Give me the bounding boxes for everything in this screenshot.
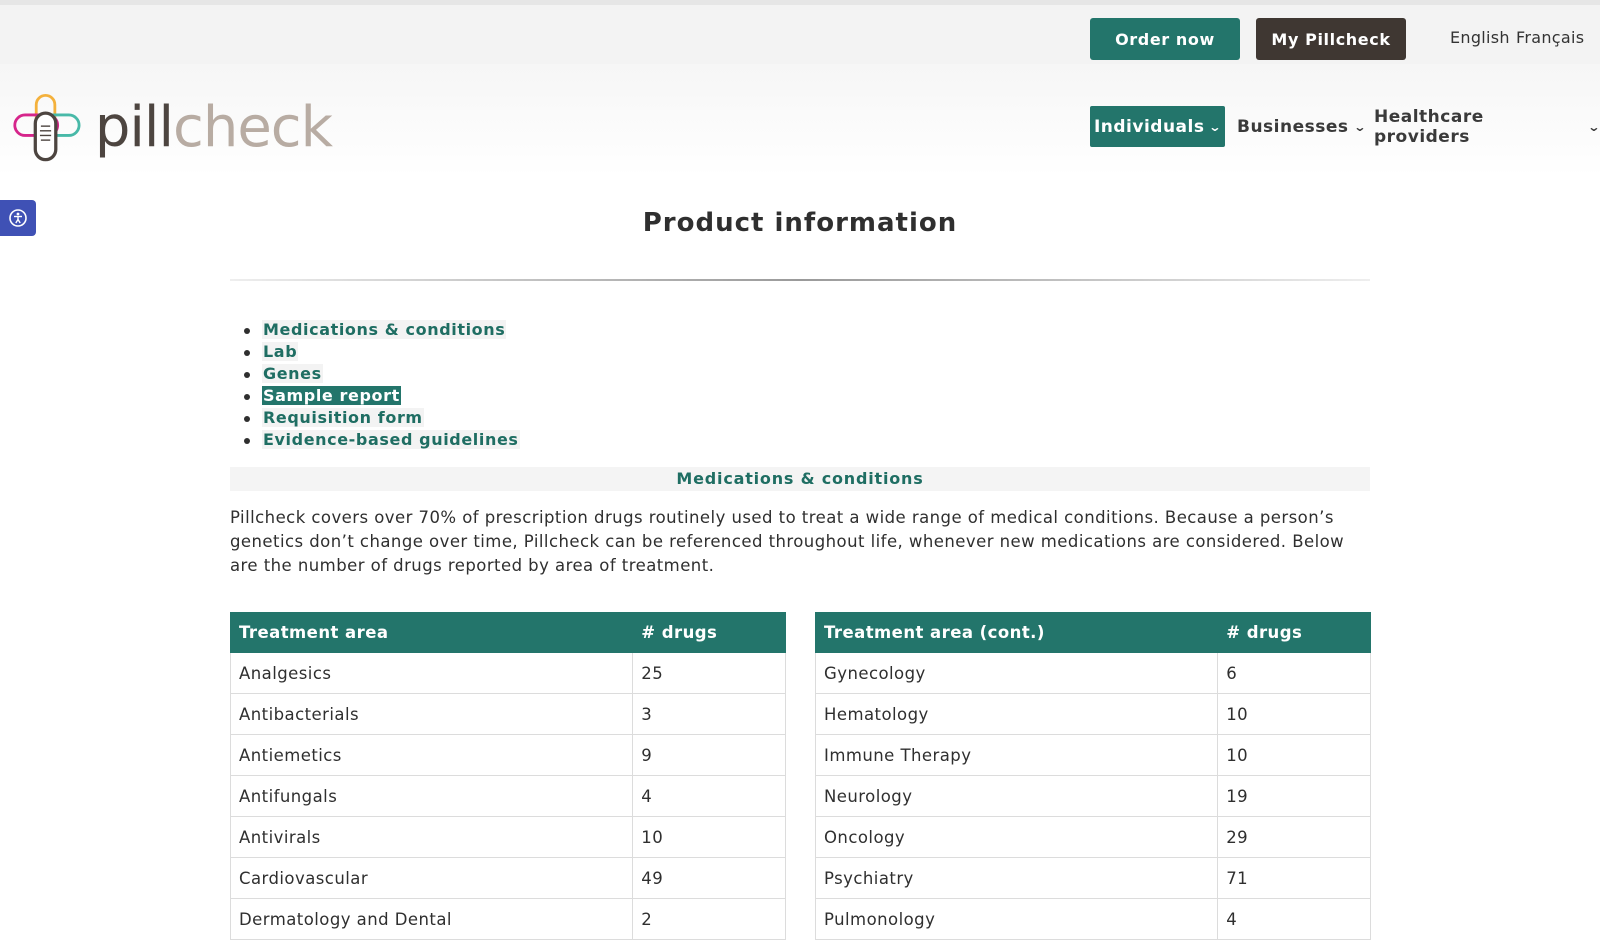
column-header: # drugs xyxy=(1217,612,1371,653)
intro-paragraph: Pillcheck covers over 70% of prescriptio… xyxy=(230,508,1345,575)
nav-businesses[interactable]: Businesses ⌄ xyxy=(1237,106,1367,147)
toc-link-guidelines[interactable]: Evidence-based guidelines xyxy=(262,430,520,449)
table-row: Dermatology and Dental 2 xyxy=(229,898,786,940)
table-row: Oncology 29 xyxy=(814,816,1371,858)
list-item: Lab xyxy=(242,341,520,363)
toc-link-medications[interactable]: Medications & conditions xyxy=(262,320,507,339)
nav-individuals[interactable]: Individuals ⌄ xyxy=(1090,106,1225,147)
chevron-down-icon: ⌄ xyxy=(1352,119,1367,134)
table-cell: Pulmonology xyxy=(814,898,1219,940)
title-divider xyxy=(230,279,1370,281)
table-cell: Gynecology xyxy=(814,652,1219,694)
table-cell: 49 xyxy=(632,857,786,899)
top-utility-bar: Order now My Pillcheck English Français xyxy=(0,0,1600,64)
treatment-table-2: Treatment area (cont.) # drugs Gynecolog… xyxy=(814,612,1371,940)
list-item: Sample report xyxy=(242,385,520,407)
table-row: Cardiovascular 49 xyxy=(229,857,786,899)
table-cell: 10 xyxy=(1217,693,1371,735)
chevron-down-icon: ⌄ xyxy=(1208,119,1223,134)
column-header: Treatment area xyxy=(229,612,634,653)
table-row: Psychiatry 71 xyxy=(814,857,1371,899)
table-header-row: Treatment area # drugs xyxy=(229,612,786,653)
logo-wordmark: pillcheck xyxy=(94,95,333,160)
table-cell: Immune Therapy xyxy=(814,734,1219,776)
toc-link-sample-report[interactable]: Sample report xyxy=(262,386,401,405)
table-cell: 6 xyxy=(1217,652,1371,694)
table-row: Immune Therapy 10 xyxy=(814,734,1371,776)
table-cell: Cardiovascular xyxy=(229,857,634,899)
table-cell: 10 xyxy=(1217,734,1371,776)
table-row: Neurology 19 xyxy=(814,775,1371,817)
toc-link-requisition-form[interactable]: Requisition form xyxy=(262,408,424,427)
table-cell: Analgesics xyxy=(229,652,634,694)
table-cell: Dermatology and Dental xyxy=(229,898,634,940)
language-english-link[interactable]: English xyxy=(1450,28,1510,47)
table-header-row: Treatment area (cont.) # drugs xyxy=(814,612,1371,653)
toc-link-lab[interactable]: Lab xyxy=(262,342,299,361)
table-cell: Antivirals xyxy=(229,816,634,858)
table-row: Gynecology 6 xyxy=(814,652,1371,694)
table-cell: 3 xyxy=(632,693,786,735)
nav-healthcare-providers[interactable]: Healthcare providers⌄ xyxy=(1374,106,1600,147)
column-header: # drugs xyxy=(632,612,786,653)
language-french-link[interactable]: Français xyxy=(1516,28,1584,47)
table-row: Hematology 10 xyxy=(814,693,1371,735)
order-now-button[interactable]: Order now xyxy=(1090,18,1240,60)
column-header: Treatment area (cont.) xyxy=(814,612,1219,653)
table-cell: 9 xyxy=(632,734,786,776)
section-nav-list: Medications & conditions Lab Genes Sampl… xyxy=(242,319,520,451)
table-cell: Hematology xyxy=(814,693,1219,735)
list-item: Evidence-based guidelines xyxy=(242,429,520,451)
section-heading: Medications & conditions xyxy=(230,467,1370,491)
pillcheck-logo[interactable]: pillcheck xyxy=(12,88,333,168)
chevron-down-icon: ⌄ xyxy=(1588,120,1600,134)
table-cell: 10 xyxy=(632,816,786,858)
table-cell: 2 xyxy=(632,898,786,940)
table-cell: 29 xyxy=(1217,816,1371,858)
table-row: Antivirals 10 xyxy=(229,816,786,858)
table-cell: Antifungals xyxy=(229,775,634,817)
table-cell: Antiemetics xyxy=(229,734,634,776)
list-item: Genes xyxy=(242,363,520,385)
toc-link-genes[interactable]: Genes xyxy=(262,364,323,383)
table-cell: Antibacterials xyxy=(229,693,634,735)
table-row: Antibacterials 3 xyxy=(229,693,786,735)
table-row: Analgesics 25 xyxy=(229,652,786,694)
table-row: Antiemetics 9 xyxy=(229,734,786,776)
list-item: Medications & conditions xyxy=(242,319,520,341)
my-pillcheck-button[interactable]: My Pillcheck xyxy=(1256,18,1406,60)
list-item: Requisition form xyxy=(242,407,520,429)
table-row: Antifungals 4 xyxy=(229,775,786,817)
table-cell: Oncology xyxy=(814,816,1219,858)
table-cell: 71 xyxy=(1217,857,1371,899)
table-cell: 19 xyxy=(1217,775,1371,817)
table-cell: 4 xyxy=(1217,898,1371,940)
treatment-table-1: Treatment area # drugs Analgesics 25 Anti… xyxy=(229,612,786,940)
accessibility-icon xyxy=(9,209,27,227)
table-row: Pulmonology 4 xyxy=(814,898,1371,940)
table-cell: Neurology xyxy=(814,775,1219,817)
table-cell: 4 xyxy=(632,775,786,817)
pillcheck-logo-icon xyxy=(13,93,81,162)
table-cell: 25 xyxy=(632,652,786,694)
page-title: Product information xyxy=(642,208,958,238)
accessibility-button[interactable] xyxy=(0,200,36,236)
table-cell: Psychiatry xyxy=(814,857,1219,899)
